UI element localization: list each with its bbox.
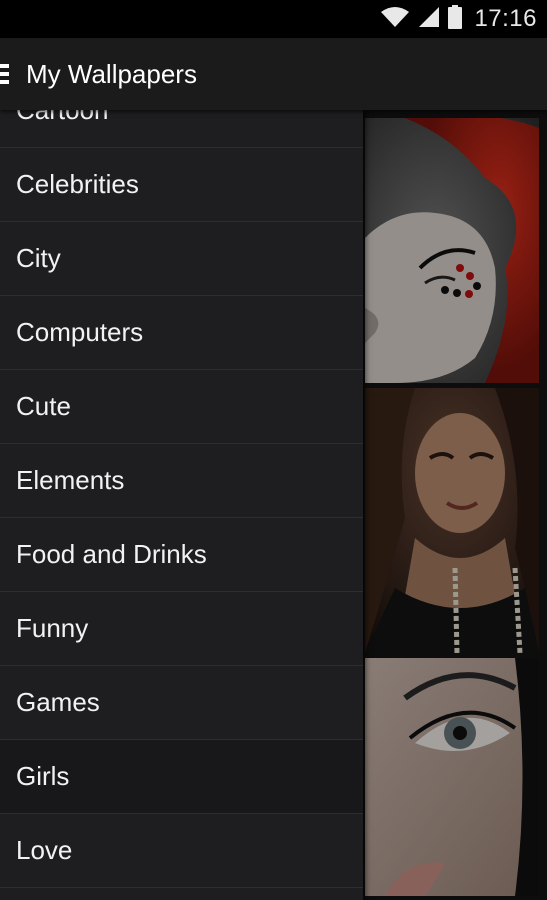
category-item-computers[interactable]: Computers [0,296,363,370]
status-time: 17:16 [474,5,537,32]
status-bar: 17:16 [0,0,547,38]
category-label: Love [16,835,73,865]
category-label: Cartoon [16,110,109,125]
app-title[interactable]: My Wallpapers [26,59,197,90]
drawer-scrim [365,118,539,383]
category-label: Girls [16,761,70,791]
category-item-elements[interactable]: Elements [0,444,363,518]
action-bar: My Wallpapers [0,38,547,110]
drawer-scrim [365,388,539,653]
category-item-games[interactable]: Games [0,666,363,740]
category-label: Funny [16,613,89,643]
wallpaper-gallery [363,110,547,900]
category-item-girls[interactable]: Girls [0,740,363,814]
navigation-drawer: Cartoon Celebrities City Computers Cute … [0,110,363,900]
category-item-funny[interactable]: Funny [0,592,363,666]
category-label: Cute [16,391,71,421]
wallpaper-thumbnail[interactable] [365,388,539,653]
category-label: Celebrities [16,169,139,199]
category-label: City [16,243,61,273]
wallpaper-thumbnail[interactable] [365,118,539,383]
category-item-cartoon[interactable]: Cartoon [0,110,363,148]
category-label: Elements [16,465,125,495]
cell-signal-icon [418,6,440,33]
category-label: Food and Drinks [16,539,207,569]
wallpaper-thumbnail[interactable] [365,658,539,896]
category-item-cute[interactable]: Cute [0,370,363,444]
battery-icon [448,4,463,34]
category-item-city[interactable]: City [0,222,363,296]
drawer-scrim [365,658,539,896]
category-item-love[interactable]: Love [0,814,363,888]
app-screen: 17:16 My Wallpapers Cartoon Celebrities … [0,0,547,900]
drawer-toggle-button[interactable] [0,38,14,110]
wifi-icon [380,6,410,33]
category-item-celebrities[interactable]: Celebrities [0,148,363,222]
hamburger-icon [0,64,9,84]
category-item-food-and-drinks[interactable]: Food and Drinks [0,518,363,592]
category-list: Cartoon Celebrities City Computers Cute … [0,110,363,888]
category-label: Games [16,687,100,717]
category-label: Computers [16,317,144,347]
